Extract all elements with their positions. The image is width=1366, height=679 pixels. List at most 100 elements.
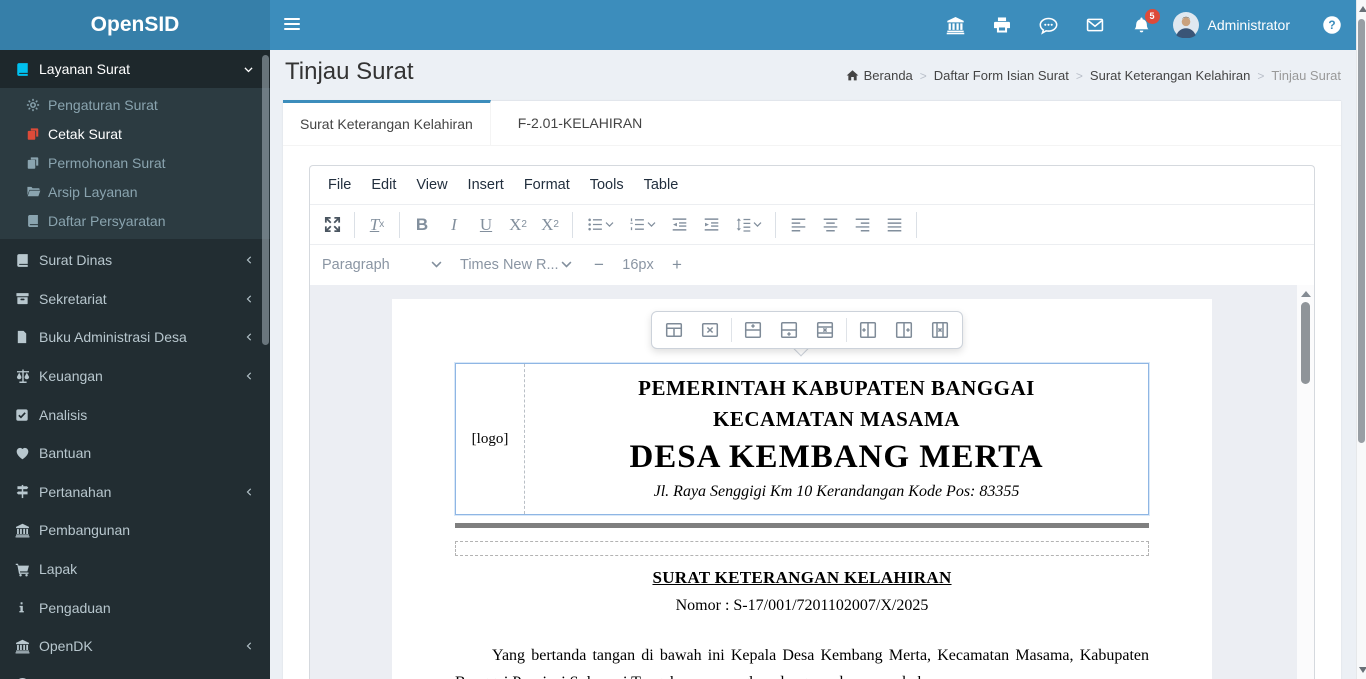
letterhead-line1: PEMERINTAH KABUPATEN BANGGAI [638,376,1035,400]
sidebar-item-pemetaan[interactable]: Pemetaan [0,666,270,679]
book-icon [15,253,39,268]
window-scrollbar[interactable] [1356,0,1366,679]
align-right-icon[interactable] [846,209,878,241]
heart-icon [15,446,39,461]
subscript-icon[interactable]: X2 [502,209,534,241]
sidebar-item-pertanahan[interactable]: Pertanahan [0,473,270,512]
table-properties-icon[interactable] [656,315,692,345]
clear-formatting-icon[interactable]: Tx [361,209,393,241]
sidebar-item-pembangunan[interactable]: Pembangunan [0,511,270,550]
sidebar-item-cetak-surat[interactable]: Cetak Surat [0,119,270,148]
comments-icon[interactable] [1039,16,1058,35]
sidebar-item-arsip-layanan[interactable]: Arsip Layanan [0,177,270,206]
sidebar-item-sekretariat[interactable]: Sekretariat [0,280,270,319]
letterhead-table[interactable]: [logo] PEMERINTAH KABUPATEN BANGGAI KECA… [455,363,1149,515]
sidebar-item-lapak[interactable]: Lapak [0,550,270,589]
breadcrumb-home[interactable]: Beranda [864,68,913,83]
outdent-icon[interactable] [663,209,695,241]
underline-icon[interactable]: U [470,209,502,241]
sidebar-item-daftar-persyaratan[interactable]: Daftar Persyaratan [0,206,270,235]
editor-content-area[interactable]: [logo] PEMERINTAH KABUPATEN BANGGAI KECA… [310,285,1314,679]
sidebar-item-opendk[interactable]: OpenDK [0,627,270,666]
menu-view[interactable]: View [406,172,457,198]
sidebar-item-surat-dinas[interactable]: Surat Dinas [0,241,270,280]
info-icon [15,601,39,614]
editor-scrollbar[interactable] [1297,285,1314,679]
scroll-up-arrow-icon[interactable] [1301,291,1311,297]
breadcrumb-item[interactable]: Surat Keterangan Kelahiran [1090,68,1250,83]
delete-column-icon[interactable] [922,315,958,345]
insert-column-after-icon[interactable] [886,315,922,345]
letter-body[interactable]: Yang bertanda tangan di bawah ini Kepala… [455,642,1149,679]
sidebar-item-keuangan[interactable]: Keuangan [0,357,270,396]
letterhead-address: Jl. Raya Senggigi Km 10 Kerandangan Kode… [653,483,1020,500]
font-family-select[interactable]: Times New R... [460,257,572,273]
user-name: Administrator [1207,17,1290,33]
menu-table[interactable]: Table [634,172,689,198]
align-center-icon[interactable] [814,209,846,241]
book-icon [15,62,39,77]
document-page[interactable]: [logo] PEMERINTAH KABUPATEN BANGGAI KECA… [392,299,1212,679]
insert-row-below-icon[interactable] [771,315,807,345]
rich-text-editor: File Edit View Insert Format Tools Table… [309,165,1315,679]
institution-icon[interactable] [946,16,965,35]
italic-icon[interactable]: I [438,209,470,241]
breadcrumb: Beranda > Daftar Form Isian Surat > Sura… [846,68,1341,83]
sidebar-item-pengaduan[interactable]: Pengaduan [0,588,270,627]
menu-tools[interactable]: Tools [580,172,634,198]
align-left-icon[interactable] [782,209,814,241]
increase-font-size-button[interactable]: + [662,255,692,275]
notifications-bell-icon[interactable]: 5 [1132,8,1160,35]
superscript-icon[interactable]: X2 [534,209,566,241]
font-size-value[interactable]: 16px [614,257,662,273]
bold-icon[interactable]: B [406,209,438,241]
scroll-up-arrow-icon[interactable] [1359,6,1366,12]
line-height-icon[interactable] [727,209,769,241]
insert-row-above-icon[interactable] [735,315,771,345]
sidebar-item-analisis[interactable]: Analisis [0,395,270,434]
sidebar-toggle-button[interactable] [284,18,300,33]
help-icon[interactable]: ? [1322,15,1342,35]
letterhead-line2: KECAMATAN MASAMA [713,407,960,431]
breadcrumb-item[interactable]: Daftar Form Isian Surat [934,68,1069,83]
window-scrollbar-thumb[interactable] [1358,19,1365,443]
fullscreen-icon[interactable] [316,209,348,241]
letterhead-divider [455,523,1149,528]
menu-edit[interactable]: Edit [361,172,406,198]
bullet-list-icon[interactable] [579,209,621,241]
delete-row-icon[interactable] [807,315,843,345]
app-logo[interactable]: OpenSID [0,0,270,50]
delete-table-icon[interactable] [692,315,728,345]
sidebar-item-layanan-surat[interactable]: Layanan Surat [0,50,270,88]
insert-column-before-icon[interactable] [850,315,886,345]
empty-table-row[interactable] [455,541,1149,556]
sidebar: Layanan Surat Pengaturan Surat Cetak Sur… [0,50,270,679]
menu-file[interactable]: File [318,172,361,198]
scroll-down-arrow-icon[interactable] [1359,667,1366,673]
align-justify-icon[interactable] [878,209,910,241]
sidebar-scrollbar[interactable] [262,55,269,345]
user-menu[interactable]: Administrator [1172,12,1290,38]
menu-insert[interactable]: Insert [458,172,514,198]
printer-icon[interactable] [993,16,1011,34]
numbered-list-icon[interactable] [621,209,663,241]
letterhead-logo-cell[interactable]: [logo] [456,364,525,514]
menu-format[interactable]: Format [514,172,580,198]
letterhead-text-cell[interactable]: PEMERINTAH KABUPATEN BANGGAI KECAMATAN M… [525,364,1148,514]
tab-surat-keterangan-kelahiran[interactable]: Surat Keterangan Kelahiran [283,100,491,145]
editor-scrollbar-thumb[interactable] [1301,302,1310,384]
envelope-icon[interactable] [1086,16,1104,34]
svg-text:?: ? [1328,18,1335,32]
tab-f-2-01-kelahiran[interactable]: F-2.01-KELAHIRAN [491,100,669,145]
copy-icon [26,156,48,170]
balance-icon [15,368,39,384]
sidebar-item-pengaturan-surat[interactable]: Pengaturan Surat [0,90,270,119]
block-format-select[interactable]: Paragraph [322,257,442,273]
table-context-toolbar [651,311,963,349]
decrease-font-size-button[interactable]: − [584,255,614,275]
indent-icon[interactable] [695,209,727,241]
bank-icon [15,639,39,654]
sidebar-item-permohonan-surat[interactable]: Permohonan Surat [0,148,270,177]
sidebar-item-bantuan[interactable]: Bantuan [0,434,270,473]
sidebar-item-buku-administrasi-desa[interactable]: Buku Administrasi Desa [0,318,270,357]
